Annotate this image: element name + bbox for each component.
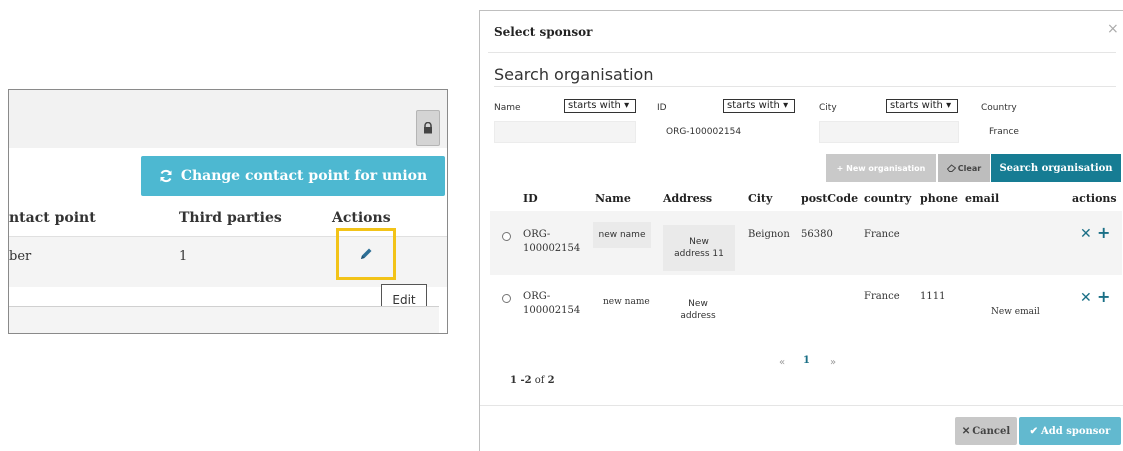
column-contact-point: ntact point (9, 210, 96, 226)
column-email: email (965, 192, 1000, 205)
cell-phone: 1111 (920, 291, 946, 302)
add-sponsor-button[interactable]: ✔ Add sponsor (1019, 417, 1121, 445)
country-filter-input[interactable]: France (989, 127, 1019, 137)
cell-name: new name (593, 222, 651, 248)
remove-icon[interactable]: ✕ (1080, 291, 1092, 305)
column-third-parties: Third parties (179, 210, 282, 226)
contact-table-panel: Change contact point for union ntact poi… (8, 89, 448, 334)
new-organisation-button[interactable]: + New organisation (826, 154, 936, 182)
cell-address: New address 11 (674, 236, 724, 260)
cell-address: New address (673, 298, 723, 322)
change-contact-point-button[interactable]: Change contact point for union (141, 156, 445, 196)
divider (494, 86, 1116, 87)
id-filter-label: ID (657, 103, 667, 113)
table-footer (9, 306, 439, 333)
refresh-icon (160, 169, 172, 183)
cell-name: new name (603, 297, 650, 307)
lock-icon (424, 122, 432, 134)
eraser-icon (946, 164, 956, 172)
pagination-page[interactable]: 1 (803, 355, 810, 366)
cell-country: France (864, 229, 900, 240)
country-filter-label: Country (981, 103, 1017, 113)
address-line: address 11 (674, 249, 724, 259)
close-icon: ✕ (961, 425, 971, 437)
column-actions: Actions (332, 210, 391, 226)
column-address: Address (663, 192, 713, 205)
id-match-select[interactable]: starts with ▾ (723, 99, 795, 113)
cell-city: Beignon (748, 229, 790, 240)
table-row[interactable]: ORG- 100002154 new name New address Fran… (490, 283, 1122, 335)
city-filter-input[interactable] (819, 121, 959, 143)
edit-highlight-box (336, 228, 396, 280)
column-id: ID (523, 192, 538, 205)
column-actions: actions (1072, 192, 1117, 205)
divider (480, 405, 1123, 406)
add-icon[interactable]: + (1097, 289, 1110, 305)
select-radio[interactable] (502, 294, 511, 303)
column-postcode: postCode (801, 192, 859, 205)
clear-label: Clear (957, 163, 982, 173)
result-total: 2 (547, 375, 555, 386)
cell-email: New email (991, 307, 1040, 317)
cell-id: ORG- (523, 291, 551, 302)
add-icon[interactable]: + (1097, 225, 1110, 241)
column-phone: phone (920, 192, 959, 205)
table-row[interactable]: ORG- 100002154 new name New address 11 B… (490, 211, 1122, 275)
pagination-next[interactable]: » (830, 357, 836, 368)
cancel-label: Cancel (972, 425, 1011, 437)
column-city: City (748, 192, 773, 205)
edit-button[interactable] (353, 241, 379, 267)
change-contact-point-label: Change contact point for union (180, 168, 428, 184)
divider (488, 52, 1116, 53)
city-filter-label: City (819, 103, 837, 113)
cell-address-box: New address 11 (663, 225, 735, 271)
select-sponsor-modal: Select sponsor × Search organisation Nam… (479, 10, 1123, 451)
address-line: address (680, 311, 716, 321)
modal-title: Select sponsor (494, 25, 593, 39)
name-filter-label: Name (494, 103, 521, 113)
check-icon: ✔ (1029, 425, 1039, 437)
result-count: 1 -2 of 2 (510, 375, 555, 386)
cell-contact-point: ber (9, 249, 32, 264)
cancel-button[interactable]: ✕ Cancel (955, 417, 1017, 445)
select-radio[interactable] (502, 232, 511, 241)
address-line: New (689, 237, 709, 247)
clear-button[interactable]: Clear (938, 154, 990, 182)
search-organisation-button[interactable]: Search organisation (991, 154, 1121, 182)
pagination-prev[interactable]: « (779, 357, 785, 368)
result-of: of (534, 375, 545, 386)
cell-id-number: 100002154 (523, 243, 581, 254)
remove-icon[interactable]: ✕ (1080, 227, 1092, 241)
lock-button[interactable] (416, 110, 440, 146)
cell-id-number: 100002154 (523, 305, 581, 316)
panel-toolbar (9, 90, 447, 148)
id-filter-input[interactable]: ORG-100002154 (666, 127, 741, 137)
city-match-select[interactable]: starts with ▾ (886, 99, 958, 113)
name-filter-input[interactable] (494, 121, 636, 143)
add-sponsor-label: Add sponsor (1041, 425, 1111, 437)
name-match-select[interactable]: starts with ▾ (564, 99, 636, 113)
close-icon[interactable]: × (1107, 21, 1119, 37)
address-line: New (688, 299, 708, 309)
column-name: Name (595, 192, 631, 205)
cell-third-parties: 1 (179, 249, 188, 264)
pencil-icon (361, 248, 372, 259)
section-title: Search organisation (494, 65, 654, 84)
cell-country: France (864, 291, 900, 302)
cell-postcode: 56380 (801, 229, 833, 240)
result-range: 1 -2 (510, 375, 532, 386)
column-country: country (864, 192, 912, 205)
cell-id: ORG- (523, 229, 551, 240)
